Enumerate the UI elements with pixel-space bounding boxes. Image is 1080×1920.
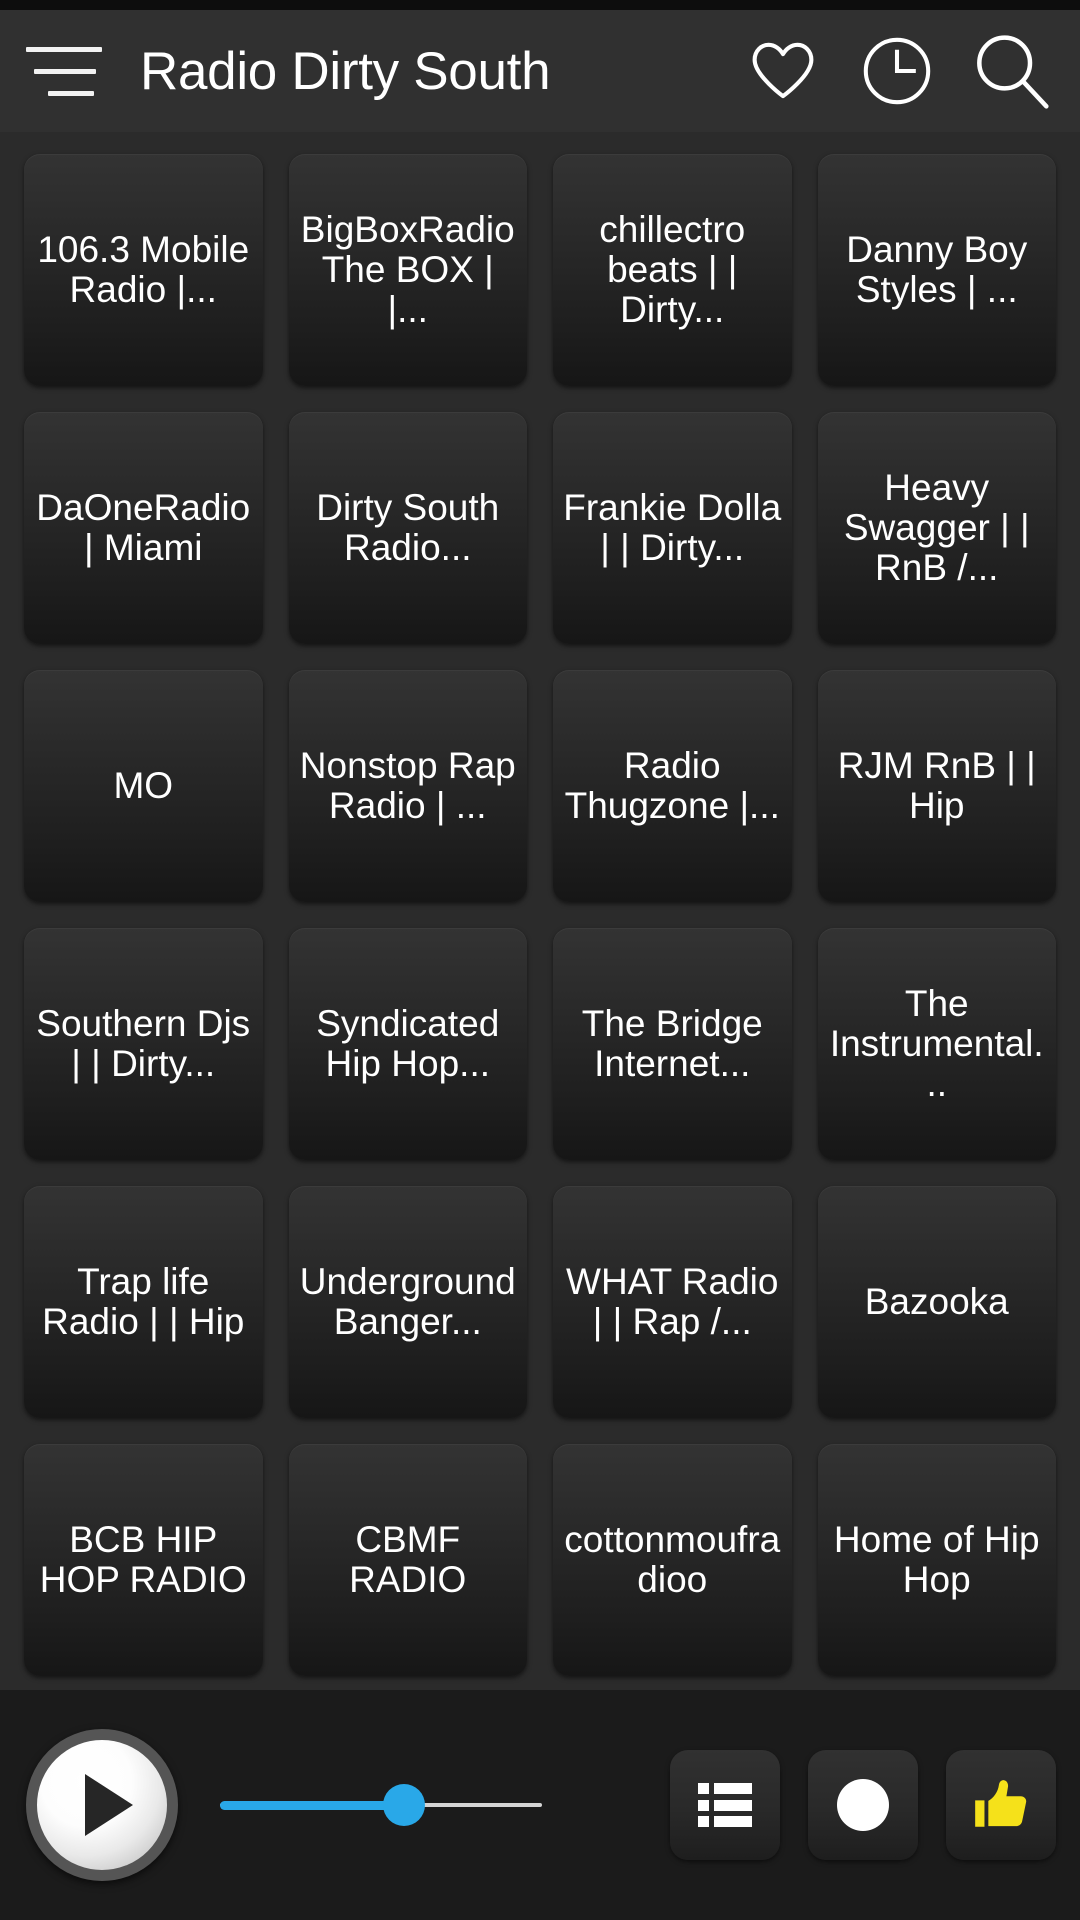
station-tile[interactable]: cottonmoufradioo <box>553 1444 792 1676</box>
list-icon-square <box>698 1816 709 1827</box>
station-tile-label: The Bridge Internet... <box>581 1004 763 1084</box>
station-tile-label: The Instrumental... <box>829 984 1044 1104</box>
list-icon-bar <box>714 1816 752 1827</box>
page-title: Radio Dirty South <box>140 41 551 101</box>
search-button[interactable] <box>970 30 1052 112</box>
station-tile[interactable]: MO <box>24 670 263 902</box>
station-tile[interactable]: Heavy Swagger | | RnB /... <box>817 412 1056 644</box>
play-button[interactable] <box>26 1729 178 1881</box>
list-icon-bar <box>714 1783 752 1794</box>
heart-icon <box>752 42 814 99</box>
record-dot-icon <box>837 1779 889 1831</box>
status-bar <box>0 0 1080 10</box>
station-tile[interactable]: Southern Djs | | Dirty... <box>24 928 263 1160</box>
hamburger-line <box>34 68 96 74</box>
station-tile[interactable]: 106.3 Mobile Radio |... <box>24 154 263 386</box>
record-button[interactable] <box>808 1750 918 1860</box>
station-tile-label: Syndicated Hip Hop... <box>316 1004 500 1084</box>
app-header: Radio Dirty South <box>0 10 1080 132</box>
station-tile-label: CBMF RADIO <box>349 1520 467 1600</box>
volume-slider-fill <box>220 1800 404 1810</box>
list-icon-bar <box>714 1799 752 1811</box>
station-tile[interactable]: WHAT Radio | | Rap /... <box>553 1186 792 1418</box>
station-grid: 106.3 Mobile Radio |... BigBoxRadio The B… <box>0 132 1080 1676</box>
station-tile[interactable]: Frankie Dolla | | Dirty... <box>553 412 792 644</box>
station-tile[interactable]: CBMF RADIO <box>288 1444 527 1676</box>
station-tile-label: Southern Djs | | Dirty... <box>36 1004 251 1084</box>
hamburger-line <box>26 46 102 52</box>
station-tile-label: Home of Hip Hop <box>833 1520 1040 1600</box>
history-button[interactable] <box>856 30 938 112</box>
hamburger-line <box>48 90 94 96</box>
station-tile[interactable]: BCB HIP HOP RADIO <box>24 1444 263 1676</box>
station-tile-label: Dirty South Radio... <box>316 488 500 568</box>
station-tile[interactable]: Bazooka <box>817 1186 1056 1418</box>
station-tile-label: chillectro beats | | Dirty... <box>599 210 746 330</box>
player-actions <box>670 1750 1056 1860</box>
list-icon-row <box>698 1816 752 1827</box>
list-icon-square <box>698 1799 709 1811</box>
station-tile[interactable]: RJM RnB | | Hip <box>817 670 1056 902</box>
station-tile[interactable]: Dirty South Radio... <box>288 412 527 644</box>
list-icon-row <box>698 1799 752 1811</box>
list-icon-square <box>698 1783 709 1794</box>
station-tile-label: Danny Boy Styles | ... <box>846 230 1028 310</box>
header-actions <box>742 30 1052 112</box>
station-tile-label: 106.3 Mobile Radio |... <box>37 230 250 310</box>
player-bar <box>0 1690 1080 1920</box>
station-tile[interactable]: Danny Boy Styles | ... <box>817 154 1056 386</box>
station-tile[interactable]: Radio Thugzone |... <box>553 670 792 902</box>
station-tile[interactable]: chillectro beats | | Dirty... <box>553 154 792 386</box>
clock-icon <box>863 37 931 105</box>
station-tile-label: MO <box>113 766 174 806</box>
hamburger-menu-icon[interactable] <box>26 40 102 102</box>
station-grid-scroll-area[interactable]: 106.3 Mobile Radio |... BigBoxRadio The B… <box>0 132 1080 1690</box>
like-button[interactable] <box>946 1750 1056 1860</box>
station-tile-label: Trap life Radio | | Hip <box>42 1262 245 1342</box>
station-tile[interactable]: The Instrumental... <box>817 928 1056 1160</box>
station-tile[interactable]: Nonstop Rap Radio | ... <box>288 670 527 902</box>
search-icon <box>977 35 1049 109</box>
station-tile[interactable]: The Bridge Internet... <box>553 928 792 1160</box>
favorites-button[interactable] <box>742 30 824 112</box>
station-tile-label: Bazooka <box>864 1282 1009 1322</box>
list-icon <box>698 1783 752 1827</box>
station-tile-label: Nonstop Rap Radio | ... <box>299 746 516 826</box>
station-tile-label: DaOneRadio | Miami <box>36 488 251 568</box>
station-tile-label: BCB HIP HOP RADIO <box>39 1520 247 1600</box>
station-tile-label: BigBoxRadio The BOX | |... <box>300 210 515 330</box>
thumbs-up-icon <box>975 1780 1027 1827</box>
station-tile[interactable]: Home of Hip Hop <box>817 1444 1056 1676</box>
station-tile-label: Underground Banger... <box>299 1262 516 1342</box>
volume-slider[interactable] <box>220 1775 542 1835</box>
playlist-button[interactable] <box>670 1750 780 1860</box>
station-tile-label: RJM RnB | | Hip <box>837 746 1036 826</box>
radio-app-screen: Radio Dirty South 106.3 Mobile Radio |..… <box>0 0 1080 1920</box>
station-tile[interactable]: DaOneRadio | Miami <box>24 412 263 644</box>
station-tile-label: Heavy Swagger | | RnB /... <box>843 468 1030 588</box>
list-icon-row <box>698 1783 752 1794</box>
volume-slider-thumb[interactable] <box>382 1784 425 1826</box>
station-tile-label: cottonmoufradioo <box>564 1520 781 1600</box>
station-tile-label: WHAT Radio | | Rap /... <box>566 1262 779 1342</box>
station-tile-label: Frankie Dolla | | Dirty... <box>563 488 782 568</box>
station-tile[interactable]: Underground Banger... <box>288 1186 527 1418</box>
station-tile[interactable]: Trap life Radio | | Hip <box>24 1186 263 1418</box>
station-tile[interactable]: BigBoxRadio The BOX | |... <box>288 154 527 386</box>
play-icon <box>85 1774 133 1836</box>
station-tile-label: Radio Thugzone |... <box>564 746 780 826</box>
station-tile[interactable]: Syndicated Hip Hop... <box>288 928 527 1160</box>
